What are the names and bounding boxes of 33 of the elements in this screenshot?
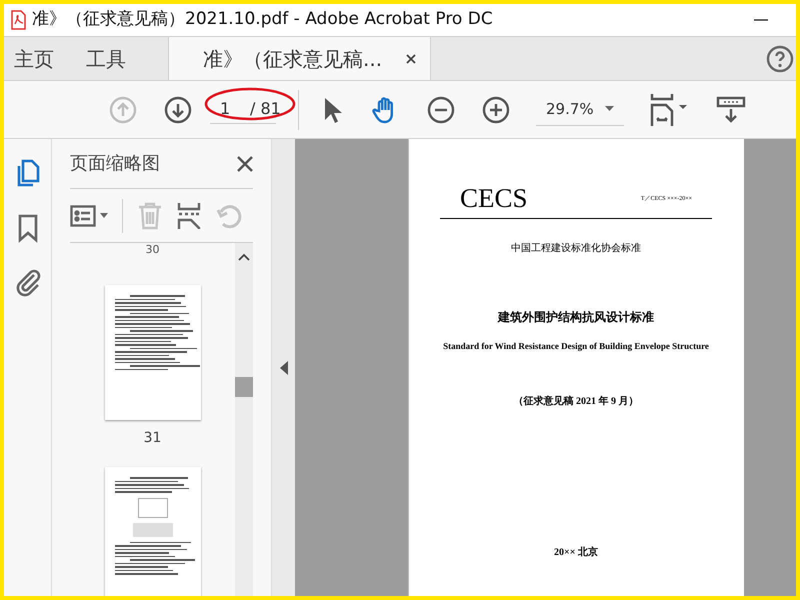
scrollbar-thumb[interactable] [235,377,253,397]
tab[interactable]: 准》（征求意见稿... [168,37,432,80]
document-title: 建筑外围护结构抗风设计标准 [498,309,654,326]
page-thumbnail[interactable] [104,467,200,596]
document-subtitle: Standard for Wind Resistance Design of Building Envelope Structure [443,340,709,353]
options-menu-icon[interactable] [70,204,108,226]
page-thumbnail[interactable] [104,285,200,420]
help-icon[interactable] [766,44,794,72]
page-number-label: 31 [144,429,162,448]
zoom-in-icon[interactable] [481,94,511,124]
caret-icon [605,106,614,112]
window-title: 准》（征求意见稿）2021.10.pdf - Adobe Acrobat Pro DC [32,8,493,32]
issuer-text: 中国工程建设标准化协会标准 [511,242,641,256]
place-date: 20×× 北京 [554,545,598,560]
page-count: / 81 [250,98,281,120]
draft-note: （征求意见稿 2021 年 9 月） [514,394,638,408]
document-logo: CECS [460,185,528,212]
panel-title: 页面缩略图 [70,152,160,176]
collapse-arrow-icon[interactable] [280,360,288,374]
tab[interactable]: 主页 [4,37,76,80]
paperclip-icon[interactable] [14,267,42,297]
close-tab-icon[interactable] [406,54,416,64]
chevron-up-icon[interactable] [238,253,250,261]
page-number-label: 30 [146,244,160,255]
scroll-mode-icon[interactable] [716,94,746,124]
zoom-dropdown[interactable]: 29.7% [536,94,624,126]
insert-page-icon[interactable] [177,202,201,230]
close-icon[interactable] [237,156,253,172]
page-number-field[interactable]: 1 [220,97,234,121]
zoom-out-icon[interactable] [426,94,456,124]
scrollbar[interactable] [235,243,253,596]
tab[interactable]: 工具 [76,37,148,80]
arrow-down-circle-icon[interactable] [163,94,193,124]
